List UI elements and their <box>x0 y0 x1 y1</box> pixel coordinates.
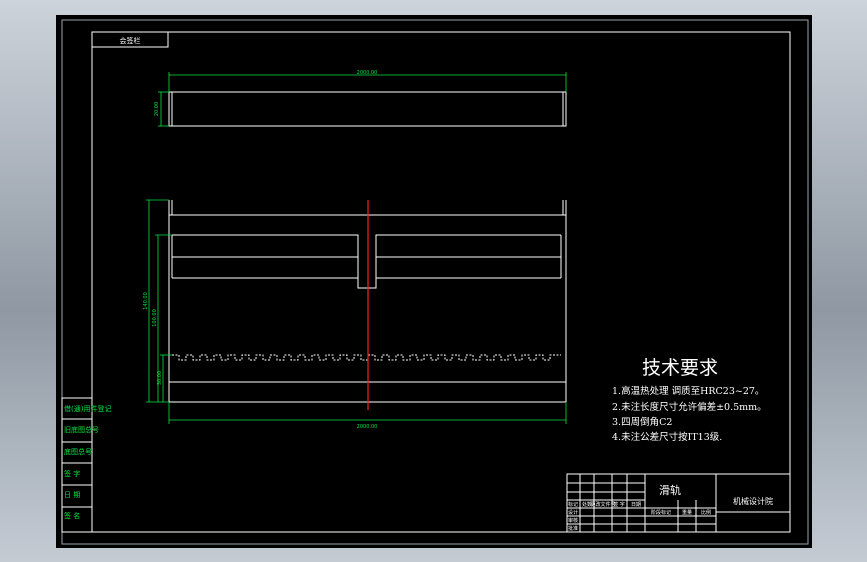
header-mark: 标记 <box>568 501 578 508</box>
top-view <box>168 91 567 127</box>
company-name: 机械设计院 <box>733 496 773 506</box>
tech-note-2: 2.未注长度尺寸允许偏差±0.5mm。 <box>612 401 767 413</box>
header-date: 日期 <box>631 502 641 508</box>
dim-front-total: 140.00 <box>143 292 149 310</box>
dim-top-height: 20.00 <box>154 102 160 116</box>
left-col-base: 底图总号 <box>64 447 92 456</box>
left-col-old-base: 旧底图总号 <box>64 425 99 434</box>
cell-design: 设计 <box>568 509 578 516</box>
top-left-label: 会签栏 <box>120 36 141 45</box>
cell-review: 审核 <box>568 517 578 524</box>
rack-teeth <box>172 354 561 361</box>
top-left-label-box: 会签栏 <box>91 31 169 48</box>
left-col-borrowed: 借(通)用件登记 <box>64 404 111 413</box>
cell-approve: 批准 <box>568 525 578 532</box>
header-change-doc: 更改文件号 <box>590 501 615 508</box>
tech-note-3: 3.四周倒角C2 <box>612 416 672 428</box>
cell-scale: 比例 <box>701 509 711 516</box>
cell-stage-mark: 阶段标记 <box>651 509 671 516</box>
tech-requirements-title: 技术要求 <box>642 357 718 379</box>
part-name: 滑轨 <box>659 483 681 497</box>
left-col-sign: 签 名 <box>64 511 80 520</box>
cad-drawing: 会签栏 2000.00 20.00 140.00 100.00 30.00 20… <box>61 19 809 545</box>
top-view-dimensions <box>158 72 567 127</box>
left-col-date: 日 期 <box>64 491 80 499</box>
header-signature: 签 字 <box>613 501 625 508</box>
dim-front-mid: 100.00 <box>152 309 158 327</box>
left-col-signature: 签 字 <box>64 469 80 478</box>
tech-note-4: 4.未注公差尺寸按IT13级. <box>612 431 722 443</box>
cell-weight: 重量 <box>682 509 692 516</box>
dim-bottom-overall: 2000.00 <box>357 424 378 430</box>
dim-top-overall: 2000.00 <box>357 70 378 76</box>
inner-frame <box>91 31 791 533</box>
front-view-dimensions <box>146 199 567 424</box>
tech-note-1: 1.高温热处理 调质至HRC23~27。 <box>612 385 764 397</box>
outer-frame <box>61 19 809 545</box>
dim-front-lower: 30.00 <box>157 371 163 385</box>
